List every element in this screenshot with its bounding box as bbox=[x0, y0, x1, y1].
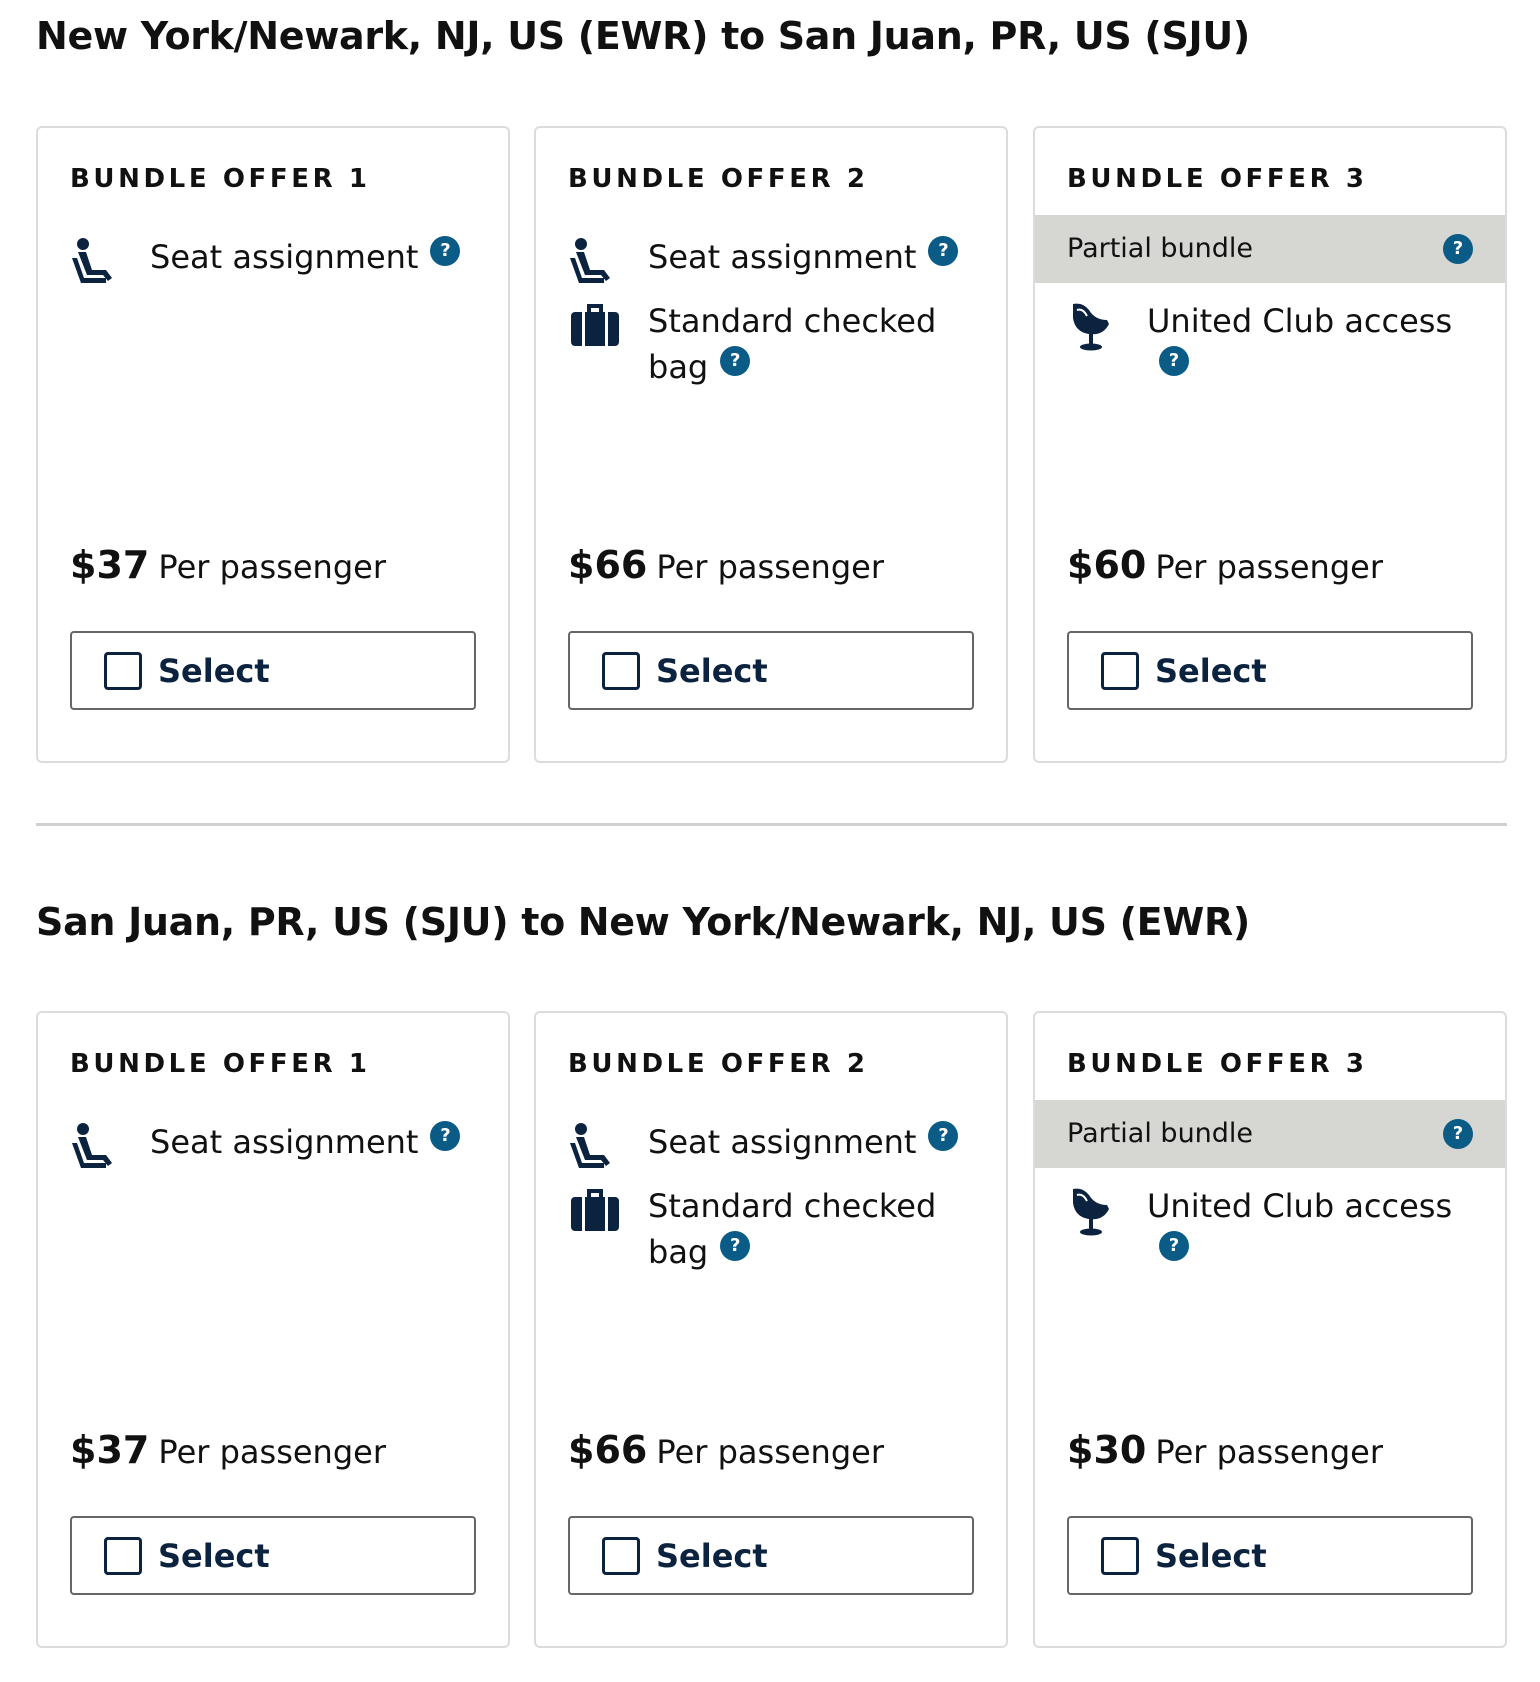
price: $66 Per passenger bbox=[568, 543, 884, 587]
price-suffix: Per passenger bbox=[656, 1433, 884, 1471]
price-amount: $37 bbox=[70, 543, 150, 587]
bundle-offer-title: BUNDLE OFFER 1 bbox=[70, 164, 371, 194]
help-icon[interactable]: ? bbox=[1159, 346, 1189, 376]
feature-label: Seat assignment bbox=[150, 1123, 419, 1161]
price: $37 Per passenger bbox=[70, 1428, 386, 1472]
checked-bag-icon bbox=[568, 298, 622, 352]
price-amount: $66 bbox=[568, 543, 648, 587]
feature-label: Standard checked bag bbox=[648, 302, 937, 386]
route-title-return: San Juan, PR, US (SJU) to New York/Newar… bbox=[36, 900, 1250, 944]
bundle-offer-card: BUNDLE OFFER 3 Partial bundle ? United C… bbox=[1033, 126, 1507, 763]
help-icon[interactable]: ? bbox=[720, 1231, 751, 1261]
seat-icon bbox=[568, 1119, 622, 1173]
lounge-chair-icon bbox=[1067, 298, 1121, 352]
lounge-chair-icon bbox=[1067, 1183, 1121, 1237]
select-button[interactable]: Select bbox=[1067, 631, 1473, 710]
select-button[interactable]: Select bbox=[70, 631, 476, 710]
price: $30 Per passenger bbox=[1067, 1428, 1383, 1472]
partial-bundle-banner: Partial bundle ? bbox=[1035, 215, 1505, 283]
price-amount: $37 bbox=[70, 1428, 150, 1472]
select-button[interactable]: Select bbox=[1067, 1516, 1473, 1595]
checkbox[interactable] bbox=[602, 651, 640, 690]
help-icon[interactable]: ? bbox=[720, 346, 751, 376]
price-amount: $60 bbox=[1067, 543, 1147, 587]
help-icon[interactable]: ? bbox=[1443, 234, 1473, 264]
select-button[interactable]: Select bbox=[568, 1516, 974, 1595]
price-suffix: Per passenger bbox=[158, 1433, 386, 1471]
bundle-offer-title: BUNDLE OFFER 1 bbox=[70, 1049, 371, 1079]
help-icon[interactable]: ? bbox=[928, 1121, 959, 1151]
select-label: Select bbox=[1155, 1536, 1267, 1575]
route-title-outbound: New York/Newark, NJ, US (EWR) to San Jua… bbox=[36, 14, 1250, 58]
select-label: Select bbox=[1155, 651, 1267, 690]
feature-label: Seat assignment bbox=[648, 238, 917, 276]
bundle-offers-return: BUNDLE OFFER 1 Seat assignment? $37 Per … bbox=[36, 1011, 1507, 1648]
price-suffix: Per passenger bbox=[1155, 548, 1383, 586]
bundle-offers-outbound: BUNDLE OFFER 1 Seat assignment? $37 Per … bbox=[36, 126, 1507, 763]
price-amount: $66 bbox=[568, 1428, 648, 1472]
select-button[interactable]: Select bbox=[568, 631, 974, 710]
help-icon[interactable]: ? bbox=[928, 236, 959, 266]
feature-text: Seat assignment? bbox=[150, 1119, 480, 1165]
feature-text: Seat assignment? bbox=[150, 234, 480, 280]
seat-icon bbox=[568, 234, 622, 288]
price-suffix: Per passenger bbox=[656, 548, 884, 586]
partial-bundle-label: Partial bundle bbox=[1067, 1118, 1254, 1149]
bundle-offer-card: BUNDLE OFFER 1 Seat assignment? $37 Per … bbox=[36, 126, 510, 763]
feature-text: Standard checked bag? bbox=[648, 298, 978, 390]
bundle-offer-title: BUNDLE OFFER 2 bbox=[568, 1049, 869, 1079]
bundle-offer-title: BUNDLE OFFER 2 bbox=[568, 164, 869, 194]
seat-icon bbox=[70, 1119, 124, 1173]
feature-label: United Club access bbox=[1147, 1187, 1453, 1225]
price: $66 Per passenger bbox=[568, 1428, 884, 1472]
feature-label: Standard checked bag bbox=[648, 1187, 937, 1271]
checkbox[interactable] bbox=[104, 651, 142, 690]
price: $60 Per passenger bbox=[1067, 543, 1383, 587]
bundle-offer-card: BUNDLE OFFER 2 Seat assignment? Standard… bbox=[534, 1011, 1008, 1648]
help-icon[interactable]: ? bbox=[1443, 1119, 1473, 1149]
feature-text: United Club access? bbox=[1147, 1183, 1477, 1275]
seat-icon bbox=[70, 234, 124, 288]
select-label: Select bbox=[656, 651, 768, 690]
select-button[interactable]: Select bbox=[70, 1516, 476, 1595]
feature-label: Seat assignment bbox=[150, 238, 419, 276]
feature-label: Seat assignment bbox=[648, 1123, 917, 1161]
bundle-offer-card: BUNDLE OFFER 1 Seat assignment? $37 Per … bbox=[36, 1011, 510, 1648]
price-suffix: Per passenger bbox=[1155, 1433, 1383, 1471]
partial-bundle-banner: Partial bundle ? bbox=[1035, 1100, 1505, 1168]
checked-bag-icon bbox=[568, 1183, 622, 1237]
price-amount: $30 bbox=[1067, 1428, 1147, 1472]
bundle-offer-title: BUNDLE OFFER 3 bbox=[1067, 164, 1368, 194]
checkbox[interactable] bbox=[602, 1536, 640, 1575]
feature-text: Seat assignment? bbox=[648, 234, 978, 280]
bundle-offer-card: BUNDLE OFFER 3 Partial bundle ? United C… bbox=[1033, 1011, 1507, 1648]
checkbox[interactable] bbox=[1101, 651, 1139, 690]
bundle-offer-title: BUNDLE OFFER 3 bbox=[1067, 1049, 1368, 1079]
select-label: Select bbox=[158, 1536, 270, 1575]
feature-label: United Club access bbox=[1147, 302, 1453, 340]
section-divider bbox=[36, 823, 1507, 826]
partial-bundle-label: Partial bundle bbox=[1067, 233, 1254, 264]
help-icon[interactable]: ? bbox=[430, 236, 461, 266]
help-icon[interactable]: ? bbox=[1159, 1231, 1189, 1261]
help-icon[interactable]: ? bbox=[430, 1121, 461, 1151]
price-suffix: Per passenger bbox=[158, 548, 386, 586]
checkbox[interactable] bbox=[1101, 1536, 1139, 1575]
price: $37 Per passenger bbox=[70, 543, 386, 587]
feature-text: Seat assignment? bbox=[648, 1119, 978, 1165]
bundle-offer-card: BUNDLE OFFER 2 Seat assignment? Standard… bbox=[534, 126, 1008, 763]
select-label: Select bbox=[158, 651, 270, 690]
feature-text: Standard checked bag? bbox=[648, 1183, 978, 1275]
checkbox[interactable] bbox=[104, 1536, 142, 1575]
feature-text: United Club access? bbox=[1147, 298, 1477, 390]
select-label: Select bbox=[656, 1536, 768, 1575]
